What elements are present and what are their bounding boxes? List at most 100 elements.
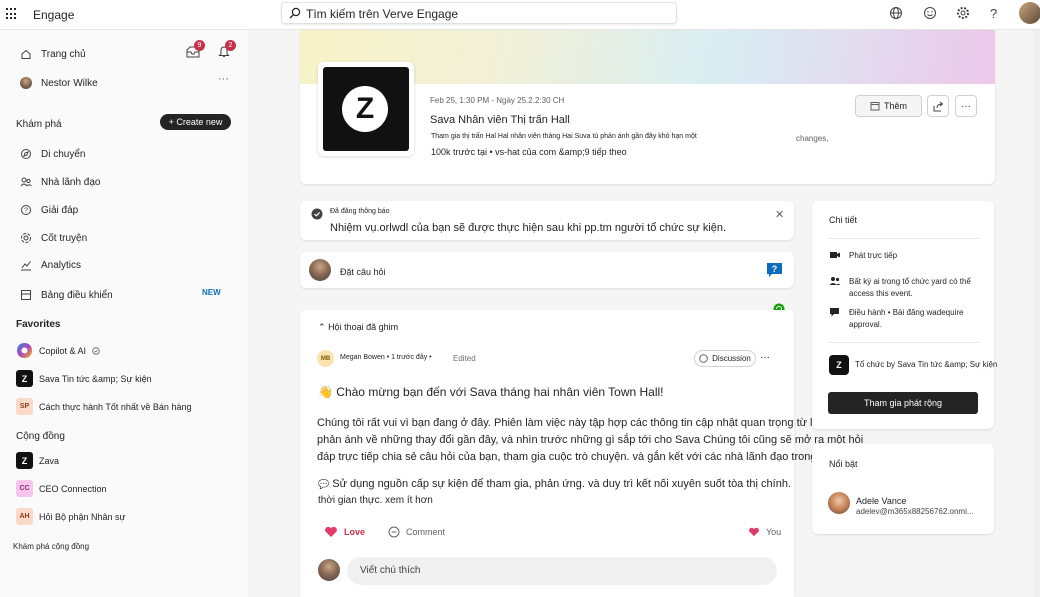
favorite-label: Cách thực hành Tốt nhất về Bán hàng: [39, 401, 192, 412]
featured-name[interactable]: Adele Vance: [856, 496, 906, 506]
more-options-icon[interactable]: ···: [218, 73, 229, 85]
announcement-text: Nhiệm vụ.orlwdl của bạn sẽ được thực hiệ…: [330, 222, 727, 234]
details-title: Chi tiết: [829, 215, 858, 225]
community-initials: SP: [16, 398, 33, 415]
edited-label: Edited: [453, 354, 476, 363]
sidebar-item-analytics[interactable]: Analytics: [20, 259, 81, 271]
stories-icon: [20, 232, 32, 244]
detail-access: Bất kỳ ai trong tổ chức yard có thể acce…: [829, 276, 979, 300]
event-date: Feb 25, 1:30 PM - Ngày 25.2.2:30 CH: [430, 96, 565, 105]
event-stats: 100k trước tại • vs-hat của com &amp;9 t…: [431, 147, 627, 157]
more-options-icon[interactable]: ···: [955, 95, 977, 117]
app-name[interactable]: Engage: [33, 8, 74, 22]
featured-email: adelev@m365x88256762.onmi...: [856, 507, 974, 516]
post-author[interactable]: Megan Bowen • 1 trước đây •: [340, 354, 432, 361]
favorite-label: Sava Tin tức &amp; Sự kiện: [39, 373, 152, 384]
community-ceo[interactable]: CC CEO Connection: [16, 480, 107, 497]
community-label: Zava: [39, 455, 60, 466]
sidebar-item-move[interactable]: Di chuyển: [20, 148, 85, 160]
sidebar-item-stories[interactable]: Cốt truyện: [20, 232, 87, 244]
help-icon[interactable]: ?: [990, 6, 1006, 22]
divider: [829, 238, 979, 239]
create-new-button[interactable]: + Create new: [160, 114, 231, 130]
reactions-summary[interactable]: You: [748, 527, 781, 537]
community-initials: CC: [16, 480, 33, 497]
favorite-label: Copilot & AI: [39, 345, 87, 356]
app-launcher-icon[interactable]: [6, 8, 18, 20]
sidebar-item-label: Trang chủ: [41, 48, 86, 60]
sidebar-item-dashboard[interactable]: Bảng điều khiển: [20, 289, 113, 301]
new-badge: NEW: [202, 288, 221, 297]
pinned-header[interactable]: ⌃ Hội thoại đã ghim: [318, 322, 398, 333]
svg-text:?: ?: [772, 264, 778, 274]
home-icon: [20, 48, 32, 60]
event-title: Sava Nhân viên Thị trấn Hall: [430, 114, 570, 126]
emoji-icon[interactable]: [923, 6, 939, 22]
favorite-copilot[interactable]: Copilot & AI: [16, 342, 100, 359]
community-title: Cộng đồng: [16, 431, 65, 442]
post-body-3[interactable]: thời gian thực. xem ít hơn: [318, 495, 433, 506]
divider: [829, 342, 979, 343]
comment-button[interactable]: Comment: [388, 526, 445, 538]
discussion-button[interactable]: Discussion: [694, 350, 756, 367]
speech-bubble-icon: 💬: [318, 479, 330, 489]
share-button[interactable]: [927, 95, 949, 117]
chart-icon: [20, 259, 32, 271]
sidebar-item-home[interactable]: Trang chủ: [20, 48, 86, 60]
chevron-up-icon: ⌃: [318, 322, 326, 332]
sidebar-item-user[interactable]: Nestor Wilke: [20, 77, 98, 89]
sidebar-item-label: Cốt truyện: [41, 232, 88, 244]
verified-icon: [92, 346, 100, 355]
discover-communities-link[interactable]: Khám phá cộng đồng: [13, 542, 89, 551]
post-body-2: 💬 Sử dụng nguồn cấp sự kiện để tham gia,…: [318, 478, 791, 490]
avatar: [309, 259, 331, 281]
moderation-icon: [829, 307, 841, 331]
more-options-icon[interactable]: ···: [760, 352, 770, 363]
detail-live: Phát trực tiếp: [829, 250, 897, 262]
community-label: CEO Connection: [39, 483, 107, 494]
community-initials: AH: [16, 508, 33, 525]
copilot-icon: [16, 342, 33, 359]
detail-text: Điều hành • Bài đăng wadequire approval.: [849, 308, 964, 329]
ask-question-input[interactable]: Đặt câu hỏi: [340, 267, 386, 277]
body2-text: Sử dụng nguồn cấp sự kiện để tham gia, p…: [332, 478, 791, 490]
sidebar-item-answers[interactable]: ? Giải đáp: [20, 204, 78, 216]
detail-text: Bất kỳ ai trong tổ chức yard có thể acce…: [849, 277, 971, 298]
share-icon: [933, 101, 944, 112]
favorites-title: Favorites: [16, 319, 61, 330]
event-description-tail: changes,: [796, 134, 829, 143]
inbox-badge: 9: [194, 40, 205, 51]
add-button-label: Thêm: [883, 101, 907, 111]
gear-icon[interactable]: [956, 6, 972, 22]
people-icon: [20, 176, 32, 188]
community-zava[interactable]: Z Zava: [16, 452, 59, 469]
post-greeting: 👋 Chào mừng bạn đến với Sava tháng hai n…: [318, 385, 664, 399]
scrollbar[interactable]: [1033, 30, 1040, 597]
sidebar-item-leaders[interactable]: Nhà lãnh đạo: [20, 176, 101, 188]
add-to-calendar-button[interactable]: Thêm: [855, 95, 922, 117]
search-box[interactable]: Tìm kiếm trên Verve Engage: [281, 2, 677, 24]
community-hr[interactable]: AH Hỏi Bộ phận Nhân sự: [16, 508, 126, 525]
author-avatar[interactable]: MB: [317, 350, 334, 367]
join-broadcast-button[interactable]: Tham gia phát rộng: [828, 392, 978, 414]
comment-icon: [388, 526, 400, 538]
question-chat-icon[interactable]: ?: [766, 262, 783, 278]
notifications-badge: 2: [225, 40, 236, 51]
detail-text: Phát trực tiếp: [849, 251, 898, 260]
people-icon: [829, 276, 841, 300]
avatar: [20, 77, 32, 89]
organizer-text[interactable]: Tổ chức by Sava Tin tức &amp; Sự kiện: [855, 360, 997, 369]
question-icon: ?: [20, 204, 32, 216]
close-icon[interactable]: ✕: [775, 208, 784, 221]
sidebar-item-label: Nhà lãnh đạo: [41, 176, 101, 188]
globe-icon[interactable]: [889, 6, 905, 22]
avatar[interactable]: [828, 492, 850, 514]
favorite-sales[interactable]: SP Cách thực hành Tốt nhất về Bán hàng: [16, 398, 191, 415]
user-avatar[interactable]: [1019, 2, 1040, 24]
sidebar-item-label: Bảng điều khiển: [41, 289, 113, 301]
svg-text:?: ?: [24, 208, 28, 215]
favorite-news[interactable]: Z Sava Tin tức &amp; Sự kiện: [16, 370, 152, 387]
sidebar-item-label: Nestor Wilke: [41, 77, 98, 89]
love-reaction-button[interactable]: Love: [324, 526, 365, 538]
comment-input[interactable]: Viết chú thích: [347, 557, 777, 585]
